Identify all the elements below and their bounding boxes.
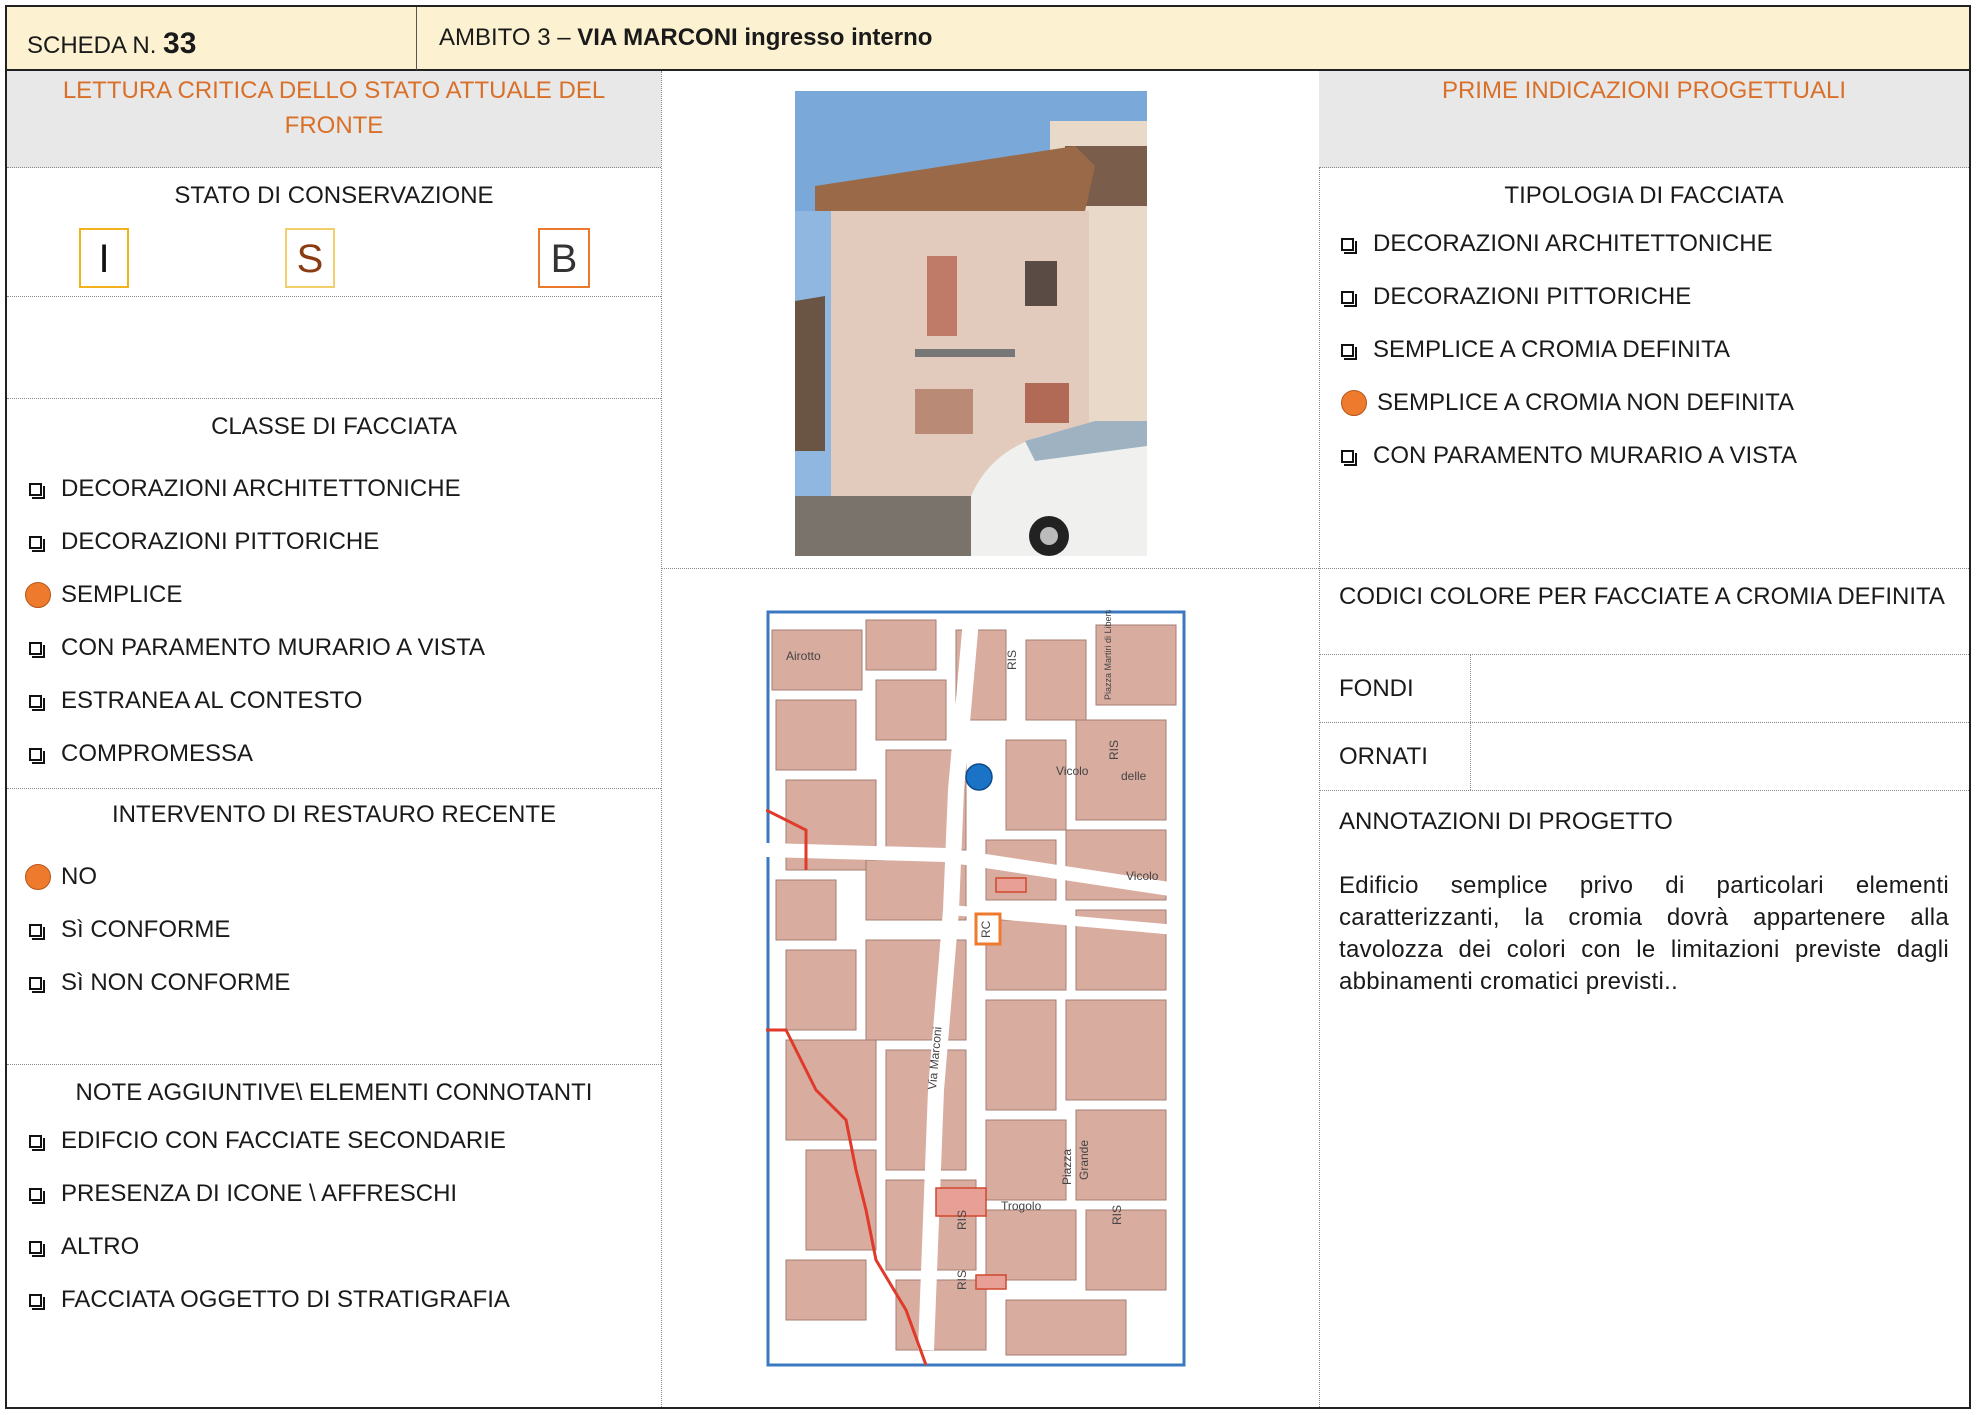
- checkbox-icon[interactable]: [29, 1134, 45, 1151]
- ambito-name: VIA MARCONI ingresso interno: [577, 24, 933, 51]
- map-label-ris: RIS: [1107, 740, 1121, 760]
- facade-photo: [795, 91, 1147, 556]
- codici-section: CODICI COLORE PER FACCIATE A CROMIA DEFI…: [1319, 569, 1969, 655]
- tipologia-item[interactable]: DECORAZIONI PITTORICHE: [1341, 283, 1691, 311]
- scheda-header: SCHEDA N. 33: [7, 7, 417, 71]
- classe-item[interactable]: CON PARAMENTO MURARIO A VISTA: [29, 634, 485, 662]
- map-label-martiri: Piazza Martiri di Libertà: [1103, 610, 1113, 700]
- stato-section: STATO DI CONSERVAZIONE I S B: [7, 168, 661, 297]
- tipologia-section: TIPOLOGIA DI FACCIATA DECORAZIONI ARCHIT…: [1319, 168, 1969, 569]
- scheda-sheet: SCHEDA N. 33 AMBITO 3 – VIA MARCONI ingr…: [5, 5, 1971, 1409]
- checkbox-icon[interactable]: [1341, 449, 1357, 466]
- classe-item[interactable]: COMPROMESSA: [29, 740, 253, 768]
- annotazioni-title: ANNOTAZIONI DI PROGETTO: [1339, 808, 1673, 835]
- note-title: NOTE AGGIUNTIVE\ ELEMENTI CONNOTANTI: [75, 1079, 593, 1106]
- checkbox-icon[interactable]: [1341, 343, 1357, 360]
- photo-section: [661, 71, 1319, 569]
- tipologia-item-selected[interactable]: SEMPLICE A CROMIA NON DEFINITA: [1341, 389, 1794, 417]
- scheda-number: 33: [163, 27, 197, 60]
- tipologia-item[interactable]: CON PARAMENTO MURARIO A VISTA: [1341, 442, 1797, 470]
- intervento-title: INTERVENTO DI RESTAURO RECENTE: [111, 801, 557, 828]
- right-title: PRIME INDICAZIONI PROGETTUALI: [1319, 71, 1969, 168]
- note-section: NOTE AGGIUNTIVE\ ELEMENTI CONNOTANTI EDI…: [7, 1065, 661, 1409]
- stato-box-i[interactable]: I: [79, 228, 129, 288]
- checkbox-icon[interactable]: [29, 976, 45, 993]
- checkbox-icon[interactable]: [29, 1293, 45, 1310]
- checkbox-icon[interactable]: [1341, 237, 1357, 254]
- map-label-vicolo: Vicolo: [1056, 764, 1089, 778]
- map-label-ris: RIS: [955, 1270, 969, 1290]
- right-column: PRIME INDICAZIONI PROGETTUALI TIPOLOGIA …: [1319, 71, 1969, 1407]
- classe-item[interactable]: DECORAZIONI ARCHITETTONICHE: [29, 475, 461, 503]
- location-map: RIS RIS RIS RIS RIS RC Via Marconi Vicol…: [766, 610, 1186, 1367]
- selected-dot-icon[interactable]: [25, 864, 51, 890]
- tipologia-item[interactable]: SEMPLICE A CROMIA DEFINITA: [1341, 336, 1730, 364]
- codici-title: CODICI COLORE PER FACCIATE A CROMIA DEFI…: [1339, 583, 1945, 610]
- map-label-airotto: Airotto: [786, 649, 821, 663]
- left-title: LETTURA CRITICA DELLO STATO ATTUALE DEL …: [7, 71, 661, 168]
- stato-box-s[interactable]: S: [285, 228, 335, 288]
- checkbox-icon[interactable]: [1341, 290, 1357, 307]
- checkbox-icon[interactable]: [29, 1187, 45, 1204]
- classe-item-selected[interactable]: SEMPLICE: [25, 581, 182, 609]
- checkbox-icon[interactable]: [29, 482, 45, 499]
- tipologia-title: TIPOLOGIA DI FACCIATA: [1504, 182, 1784, 209]
- classe-item[interactable]: DECORAZIONI PITTORICHE: [29, 528, 379, 556]
- classe-section: CLASSE DI FACCIATA DECORAZIONI ARCHITETT…: [7, 399, 661, 789]
- map-label-piazza: Piazza: [1060, 1149, 1074, 1185]
- note-item[interactable]: FACCIATA OGGETTO DI STRATIGRAFIA: [29, 1286, 510, 1314]
- intervento-item[interactable]: Sì NON CONFORME: [29, 969, 290, 997]
- tipologia-item[interactable]: DECORAZIONI ARCHITETTONICHE: [1341, 230, 1773, 258]
- classe-title: CLASSE DI FACCIATA: [211, 413, 457, 440]
- center-column: RIS RIS RIS RIS RIS RC Via Marconi Vicol…: [661, 71, 1320, 1407]
- map-label-vicolo: Vicolo: [1126, 869, 1159, 883]
- map-label-ris: RIS: [1110, 1205, 1124, 1225]
- ambito-header: AMBITO 3 – VIA MARCONI ingresso interno: [417, 7, 1969, 71]
- note-item[interactable]: ALTRO: [29, 1233, 139, 1261]
- checkbox-icon[interactable]: [29, 1240, 45, 1257]
- ornati-row: ORNATI: [1319, 723, 1969, 791]
- checkbox-icon[interactable]: [29, 535, 45, 552]
- scheda-label: SCHEDA N.: [27, 32, 157, 59]
- note-item[interactable]: PRESENZA DI ICONE \ AFFRESCHI: [29, 1180, 457, 1208]
- ornati-label: ORNATI: [1319, 723, 1471, 790]
- checkbox-icon[interactable]: [29, 641, 45, 658]
- stato-box-b[interactable]: B: [538, 228, 590, 288]
- checkbox-icon[interactable]: [29, 694, 45, 711]
- intervento-section: INTERVENTO DI RESTAURO RECENTE NO Sì CON…: [7, 789, 661, 1065]
- map-label-ris: RIS: [1005, 650, 1019, 670]
- checkbox-icon[interactable]: [29, 747, 45, 764]
- map-label-rc: RC: [979, 920, 993, 938]
- fondi-label: FONDI: [1319, 655, 1471, 722]
- map-label-grande: Grande: [1077, 1140, 1091, 1180]
- selected-dot-icon[interactable]: [25, 582, 51, 608]
- checkbox-icon[interactable]: [29, 923, 45, 940]
- map-label-delle: delle: [1121, 769, 1147, 783]
- stato-title: STATO DI CONSERVAZIONE: [174, 182, 494, 209]
- ambito-prefix: AMBITO 3 –: [439, 24, 571, 51]
- intervento-item[interactable]: Sì CONFORME: [29, 916, 230, 944]
- note-item[interactable]: EDIFCIO CON FACCIATE SECONDARIE: [29, 1127, 506, 1155]
- selected-dot-icon[interactable]: [1341, 390, 1367, 416]
- map-label-ris: RIS: [955, 1210, 969, 1230]
- map-label-trogolo: Trogolo: [1001, 1199, 1042, 1213]
- intervento-item-selected[interactable]: NO: [25, 863, 97, 891]
- left-column: LETTURA CRITICA DELLO STATO ATTUALE DEL …: [7, 71, 662, 1407]
- map-section: RIS RIS RIS RIS RIS RC Via Marconi Vicol…: [661, 569, 1319, 1409]
- fondi-row: FONDI: [1319, 655, 1969, 723]
- classe-item[interactable]: ESTRANEA AL CONTESTO: [29, 687, 362, 715]
- empty-section: [7, 297, 661, 399]
- annotazioni-text: Edificio semplice privo di particolari e…: [1339, 872, 1949, 995]
